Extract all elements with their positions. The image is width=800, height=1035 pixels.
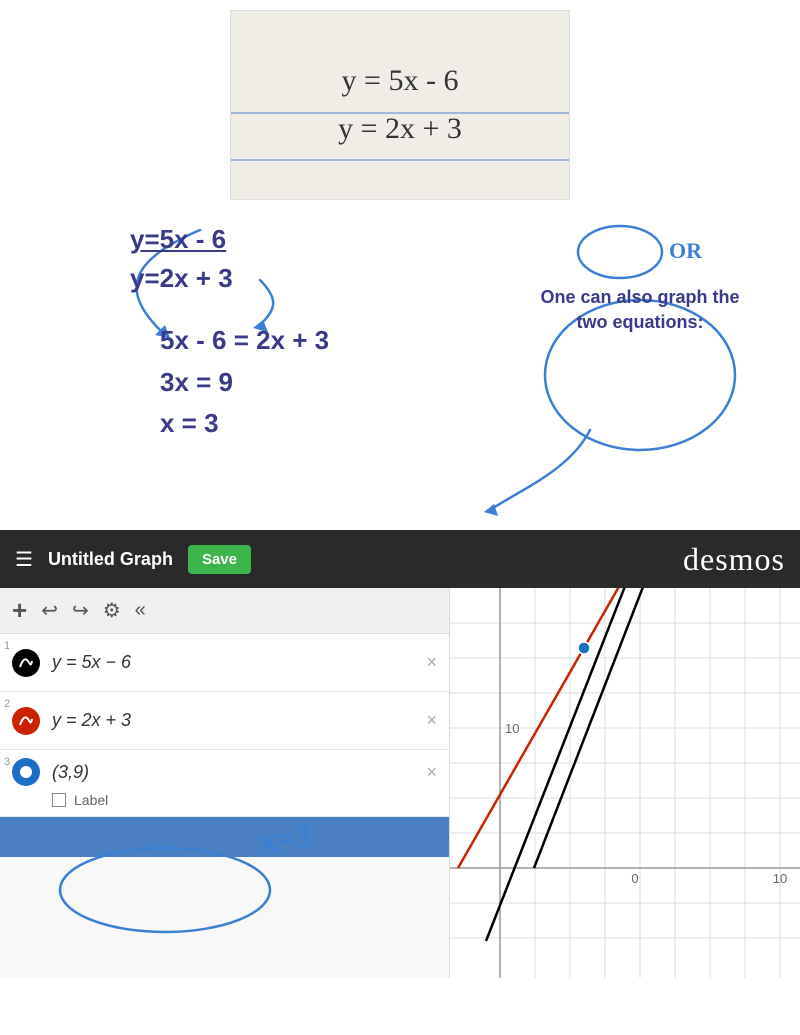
step1-label: 5x - 6 = 2x + 3	[160, 320, 329, 362]
speech-bubble: One can also graph the two equations:	[540, 285, 740, 335]
svg-text:10: 10	[505, 721, 519, 736]
hw-line1: y = 5x - 6	[342, 57, 459, 105]
row-number-3: 3	[4, 756, 10, 768]
intersection-point	[578, 642, 590, 654]
expr-close-3[interactable]: ×	[426, 762, 437, 783]
expression-row-3: 3 (3,9) × Label	[0, 750, 449, 817]
desmos-logo: desmos	[683, 541, 785, 578]
expr-close-2[interactable]: ×	[426, 710, 437, 731]
left-panel: + ↩ ↪ ⚙ « 1 y = 5x − 6 × 2	[0, 588, 450, 978]
expression-row-2: 2 y = 2x + 3 ×	[0, 692, 449, 750]
expr-close-1[interactable]: ×	[426, 652, 437, 673]
row-number-2: 2	[4, 698, 10, 710]
graph-svg: 0 10 10	[450, 588, 800, 978]
handwritten-photo: y = 5x - 6 y = 2x + 3	[230, 10, 570, 200]
expression-list: 1 y = 5x − 6 × 2 y = 2x + 3 ×	[0, 634, 449, 978]
or-label: OR	[669, 238, 702, 264]
point-row-inner: (3,9) ×	[12, 758, 437, 786]
annotation-area: y=5x - 6 y=2x + 3 5x - 6 = 2x + 3 3x = 9…	[0, 200, 800, 530]
expr-icon-2	[12, 707, 40, 735]
row-number-1: 1	[4, 640, 10, 652]
graph-panel: 0 10 10	[450, 588, 800, 978]
redo-button[interactable]: ↪	[72, 598, 89, 623]
undo-button[interactable]: ↩	[41, 598, 58, 623]
desmos-bar: ☰ Untitled Graph Save desmos	[0, 530, 800, 588]
svg-text:0: 0	[631, 871, 638, 886]
step2-label: 3x = 9	[160, 362, 329, 404]
svg-text:10: 10	[773, 871, 787, 886]
label-text: Label	[74, 792, 108, 808]
label-row: Label	[52, 792, 108, 808]
expr-formula-1[interactable]: y = 5x − 6	[52, 652, 418, 673]
expr-icon-1	[12, 649, 40, 677]
eq2-label: y=2x + 3	[130, 259, 233, 298]
toolbar: + ↩ ↪ ⚙ «	[0, 588, 449, 634]
collapse-button[interactable]: «	[135, 599, 146, 622]
algebra-block: 5x - 6 = 2x + 3 3x = 9 x = 3	[160, 320, 329, 445]
calculator-area: + ↩ ↪ ⚙ « 1 y = 5x − 6 × 2	[0, 588, 800, 978]
hw-line2: y = 2x + 3	[338, 105, 462, 153]
equation-block: y=5x - 6 y=2x + 3	[130, 220, 233, 298]
hamburger-icon[interactable]: ☰	[15, 547, 33, 572]
graph-title: Untitled Graph	[48, 549, 173, 570]
blue-row	[0, 817, 449, 857]
eq1-label: y=5x - 6	[130, 220, 233, 259]
label-checkbox[interactable]	[52, 793, 66, 807]
expr-formula-2[interactable]: y = 2x + 3	[52, 710, 418, 731]
settings-button[interactable]: ⚙	[103, 598, 121, 623]
step3-label: x = 3	[160, 403, 329, 445]
expr-formula-3[interactable]: (3,9)	[52, 762, 418, 783]
expression-row-1: 1 y = 5x − 6 ×	[0, 634, 449, 692]
expr-icon-3	[12, 758, 40, 786]
save-button[interactable]: Save	[188, 545, 251, 574]
add-expression-button[interactable]: +	[12, 595, 27, 626]
